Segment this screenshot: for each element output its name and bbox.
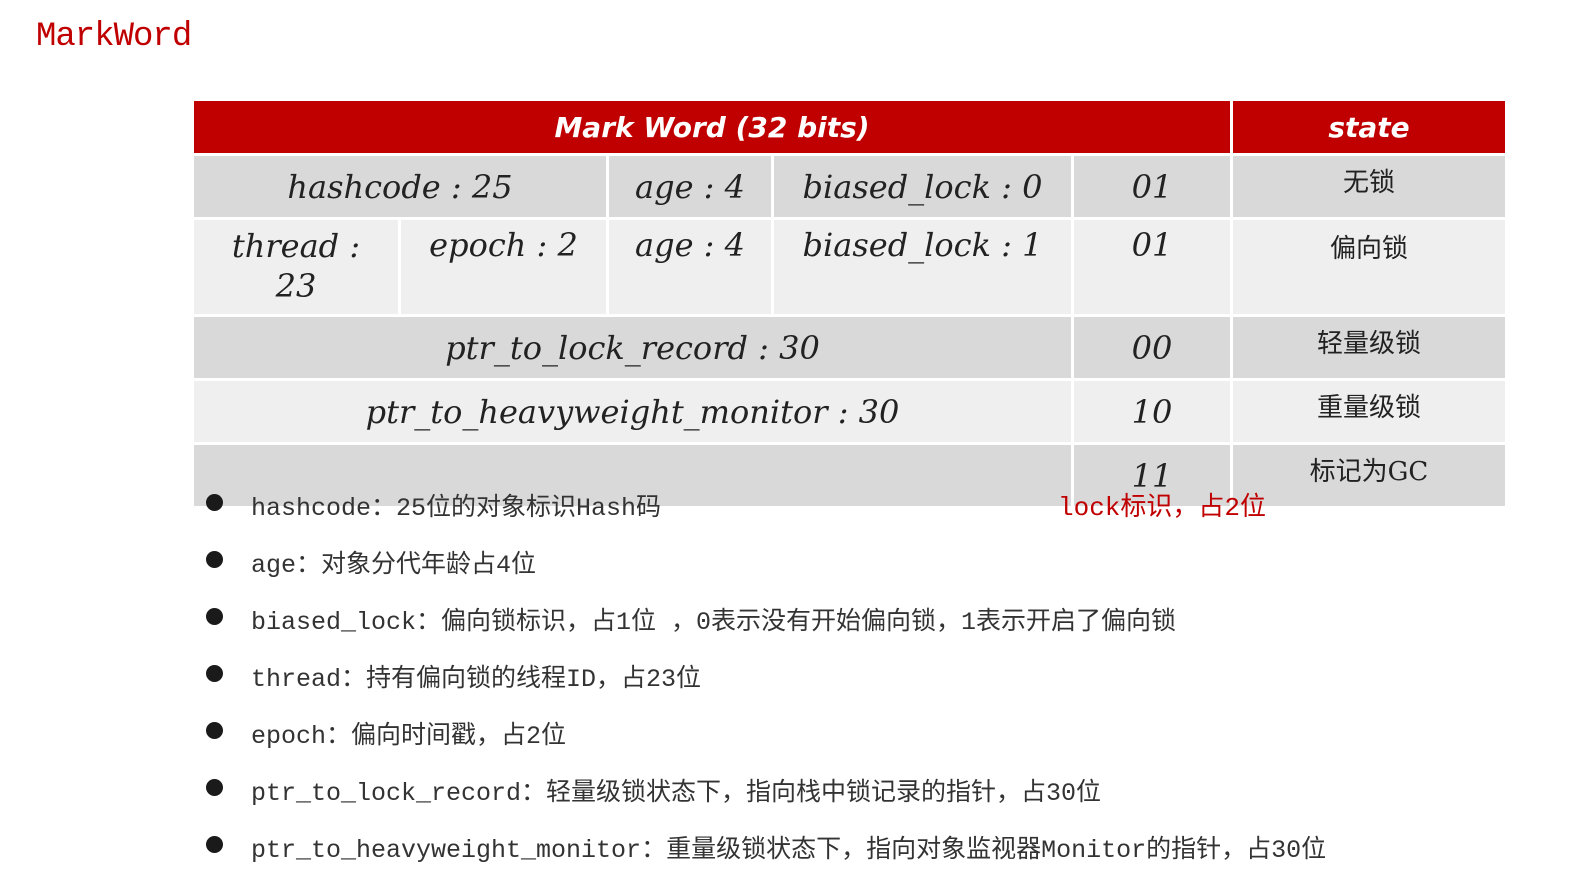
- table-row-unlocked: hashcode : 25 age : 4 biased_lock : 0 01…: [191, 153, 1508, 220]
- list-item: age：对象分代年龄占4位: [206, 541, 1326, 598]
- age-cell: age : 4: [606, 217, 774, 317]
- hashcode-cell: hashcode : 25: [191, 153, 609, 220]
- list-item: hashcode：25位的对象标识Hash码: [206, 484, 1326, 541]
- list-item: epoch：偏向时间戳，占2位: [206, 712, 1326, 769]
- list-item: ptr_to_lock_record：轻量级锁状态下，指向栈中锁记录的指针，占3…: [206, 769, 1326, 826]
- lock-bits-cell: 10: [1071, 378, 1233, 445]
- list-item-text: biased_lock：偏向锁标识，占1位 ，0表示没有开始偏向锁，1表示开启了…: [251, 608, 1177, 637]
- bullet-icon: [206, 722, 223, 739]
- state-cell: 轻量级锁: [1230, 314, 1508, 381]
- list-item-text: ptr_to_heavyweight_monitor：重量级锁状态下，指向对象监…: [251, 836, 1327, 865]
- bullet-icon: [206, 836, 223, 853]
- list-item-text: age：对象分代年龄占4位: [251, 551, 537, 580]
- pointer-cell: ptr_to_heavyweight_monitor : 30: [191, 378, 1074, 445]
- biased-lock-cell: biased_lock : 1: [771, 217, 1074, 317]
- bullet-icon: [206, 608, 223, 625]
- state-cell: 偏向锁: [1230, 217, 1508, 317]
- table-row-lightweight: ptr_to_lock_record : 30 00 轻量级锁: [191, 314, 1508, 381]
- bullet-icon: [206, 665, 223, 682]
- field-description-list: hashcode：25位的对象标识Hash码 age：对象分代年龄占4位 bia…: [206, 484, 1326, 883]
- table-header-row: Mark Word (32 bits) state: [191, 98, 1508, 156]
- table-row-biased: thread : 23 epoch : 2 age : 4 biased_loc…: [191, 217, 1508, 317]
- list-item-text: ptr_to_lock_record：轻量级锁状态下，指向栈中锁记录的指针，占3…: [251, 779, 1102, 808]
- list-item: biased_lock：偏向锁标识，占1位 ，0表示没有开始偏向锁，1表示开启了…: [206, 598, 1326, 655]
- bullet-icon: [206, 779, 223, 796]
- list-item-text: epoch：偏向时间戳，占2位: [251, 722, 567, 751]
- list-item-text: hashcode：25位的对象标识Hash码: [251, 494, 662, 523]
- table-row-heavyweight: ptr_to_heavyweight_monitor : 30 10 重量级锁: [191, 378, 1508, 445]
- markword-table: Mark Word (32 bits) state hashcode : 25 …: [191, 98, 1508, 509]
- biased-lock-cell: biased_lock : 0: [771, 153, 1074, 220]
- page-title: MarkWord: [36, 18, 192, 56]
- list-item-text: thread：持有偏向锁的线程ID，占23位: [251, 665, 702, 694]
- age-cell: age : 4: [606, 153, 774, 220]
- list-item: thread：持有偏向锁的线程ID，占23位: [206, 655, 1326, 712]
- state-header: state: [1230, 98, 1508, 156]
- bullet-icon: [206, 494, 223, 511]
- lock-bits-cell: 00: [1071, 314, 1233, 381]
- markword-header: Mark Word (32 bits): [191, 98, 1233, 156]
- bullet-icon: [206, 551, 223, 568]
- thread-bits: 23: [275, 267, 317, 305]
- lock-bits-cell: 01: [1071, 153, 1233, 220]
- state-cell: 重量级锁: [1230, 378, 1508, 445]
- list-item: ptr_to_heavyweight_monitor：重量级锁状态下，指向对象监…: [206, 826, 1326, 883]
- thread-cell: thread : 23: [191, 217, 401, 317]
- epoch-cell: epoch : 2: [398, 217, 609, 317]
- lock-bits-cell: 01: [1071, 217, 1233, 317]
- state-cell: 无锁: [1230, 153, 1508, 220]
- thread-label: thread :: [231, 227, 361, 265]
- pointer-cell: ptr_to_lock_record : 30: [191, 314, 1074, 381]
